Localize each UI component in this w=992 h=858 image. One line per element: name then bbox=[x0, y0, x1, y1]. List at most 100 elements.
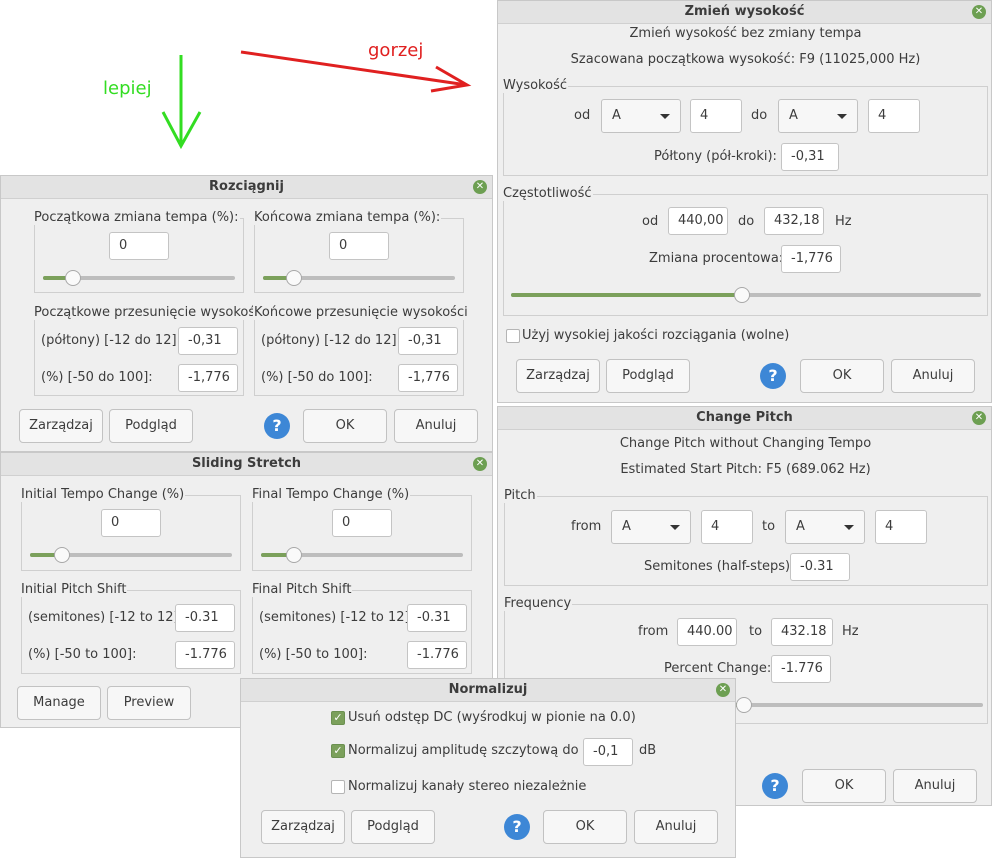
init-semitones-input[interactable]: -0,31 bbox=[178, 327, 238, 355]
semitones-input[interactable]: -0.31 bbox=[790, 553, 850, 581]
final-percent-input[interactable]: -1,776 bbox=[398, 364, 458, 392]
final-semitones-label: (semitones) [-12 to 12]: bbox=[259, 610, 414, 625]
init-tempo-slider-handle[interactable] bbox=[54, 547, 70, 563]
init-tempo-input[interactable]: 0 bbox=[109, 232, 169, 260]
cancel-button[interactable]: Anuluj bbox=[634, 810, 718, 844]
annotation-gorzej: gorzej bbox=[368, 40, 424, 61]
preview-button[interactable]: Podgląd bbox=[351, 810, 435, 844]
help-icon[interactable]: ? bbox=[264, 413, 290, 439]
frequency-legend: Częstotliwość bbox=[502, 186, 593, 201]
cancel-button[interactable]: Anuluj bbox=[394, 409, 478, 443]
percent-slider-handle[interactable] bbox=[734, 287, 750, 303]
help-icon[interactable]: ? bbox=[760, 363, 786, 389]
hq-stretch-label: Użyj wysokiej jakości rozciągania (wolne… bbox=[522, 328, 790, 343]
manage-button[interactable]: Zarządzaj bbox=[19, 409, 103, 443]
red-arrow-head bbox=[430, 65, 472, 93]
to-label: do bbox=[751, 108, 768, 123]
db-label: dB bbox=[639, 743, 657, 758]
to-note-select[interactable]: A bbox=[785, 510, 865, 544]
freq-from-input[interactable]: 440.00 bbox=[677, 618, 737, 646]
close-icon[interactable]: ✕ bbox=[473, 457, 487, 471]
dialog-title: Rozciągnij bbox=[209, 179, 284, 194]
percent-change-label: Percent Change: bbox=[664, 661, 772, 676]
freq-to-input[interactable]: 432,18 bbox=[764, 207, 824, 235]
from-label: od bbox=[574, 108, 591, 123]
ok-button[interactable]: OK bbox=[802, 769, 886, 803]
init-semitones-input[interactable]: -0.31 bbox=[175, 604, 235, 632]
help-icon[interactable]: ? bbox=[504, 814, 530, 840]
freq-from-label: from bbox=[638, 624, 669, 639]
manage-button[interactable]: Zarządzaj bbox=[516, 359, 600, 393]
init-percent-input[interactable]: -1,776 bbox=[178, 364, 238, 392]
from-label: from bbox=[571, 519, 602, 534]
init-tempo-legend: Initial Tempo Change (%) bbox=[20, 487, 186, 502]
annotation-arrows bbox=[161, 50, 472, 150]
from-note-value: A bbox=[622, 519, 631, 534]
zmien-wysokosc-dialog: Zmień wysokość ✕ Zmień wysokość bez zmia… bbox=[497, 0, 992, 403]
final-semitones-input[interactable]: -0,31 bbox=[398, 327, 458, 355]
dialog-titlebar: Zmień wysokość ✕ bbox=[498, 1, 991, 24]
to-octave-input[interactable]: 4 bbox=[875, 510, 927, 544]
final-percent-input[interactable]: -1.776 bbox=[407, 641, 467, 669]
init-tempo-legend: Początkowa zmiana tempa (%): bbox=[33, 210, 240, 225]
ok-button[interactable]: OK bbox=[543, 810, 627, 844]
percent-slider-handle[interactable] bbox=[736, 697, 752, 713]
to-octave-input[interactable]: 4 bbox=[868, 99, 920, 133]
estimated-pitch: Szacowana początkowa wysokość: F9 (11025… bbox=[570, 52, 921, 67]
final-tempo-slider-handle[interactable] bbox=[286, 547, 302, 563]
close-icon[interactable]: ✕ bbox=[473, 180, 487, 194]
stereo-independent-checkbox[interactable] bbox=[331, 780, 345, 794]
cancel-button[interactable]: Anuluj bbox=[891, 359, 975, 393]
manage-button[interactable]: Zarządzaj bbox=[261, 810, 345, 844]
remove-dc-checkbox[interactable]: ✓ bbox=[331, 711, 345, 725]
help-icon[interactable]: ? bbox=[762, 773, 788, 799]
to-note-select[interactable]: A bbox=[778, 99, 858, 133]
final-pitch-legend: Final Pitch Shift bbox=[251, 582, 353, 597]
ok-button[interactable]: OK bbox=[800, 359, 884, 393]
from-octave-input[interactable]: 4 bbox=[701, 510, 753, 544]
final-tempo-input[interactable]: 0 bbox=[329, 232, 389, 260]
freq-to-input[interactable]: 432.18 bbox=[771, 618, 833, 646]
init-percent-input[interactable]: -1.776 bbox=[175, 641, 235, 669]
ok-button[interactable]: OK bbox=[303, 409, 387, 443]
hz-label: Hz bbox=[835, 214, 852, 229]
to-label: to bbox=[762, 519, 776, 534]
peak-level-input[interactable]: -0,1 bbox=[583, 738, 633, 766]
final-semitones-input[interactable]: -0.31 bbox=[407, 604, 467, 632]
preview-button[interactable]: Podgląd bbox=[606, 359, 690, 393]
pitch-legend: Wysokość bbox=[502, 78, 568, 93]
close-icon[interactable]: ✕ bbox=[972, 411, 986, 425]
init-percent-label: (%) [-50 do 100]: bbox=[41, 370, 153, 385]
percent-change-input[interactable]: -1,776 bbox=[781, 245, 841, 273]
freq-from-input[interactable]: 440,00 bbox=[668, 207, 728, 235]
dialog-title: Change Pitch bbox=[696, 410, 793, 425]
cancel-button[interactable]: Anuluj bbox=[893, 769, 977, 803]
final-tempo-slider-handle[interactable] bbox=[286, 270, 302, 286]
close-icon[interactable]: ✕ bbox=[972, 5, 986, 19]
from-octave-input[interactable]: 4 bbox=[690, 99, 742, 133]
percent-change-input[interactable]: -1.776 bbox=[771, 655, 831, 683]
init-semitones-label: (semitones) [-12 to 12]: bbox=[28, 610, 183, 625]
semitones-input[interactable]: -0,31 bbox=[781, 143, 839, 171]
normalize-peak-checkbox[interactable]: ✓ bbox=[331, 744, 345, 758]
init-tempo-slider-handle[interactable] bbox=[65, 270, 81, 286]
final-tempo-input[interactable]: 0 bbox=[332, 509, 392, 537]
dialog-titlebar: Rozciągnij ✕ bbox=[1, 176, 492, 199]
final-percent-label: (%) [-50 do 100]: bbox=[261, 370, 373, 385]
init-tempo-input[interactable]: 0 bbox=[101, 509, 161, 537]
from-note-select[interactable]: A bbox=[601, 99, 681, 133]
init-pitch-legend: Początkowe przesunięcie wysokości bbox=[33, 305, 267, 320]
manage-button[interactable]: Manage bbox=[17, 686, 101, 720]
chevron-down-icon bbox=[837, 114, 847, 119]
dialog-title: Sliding Stretch bbox=[191, 456, 302, 471]
preview-button[interactable]: Podgląd bbox=[109, 409, 193, 443]
remove-dc-label: Usuń odstęp DC (wyśrodkuj w pionie na 0.… bbox=[348, 710, 636, 725]
dialog-title: Zmień wysokość bbox=[684, 4, 805, 19]
close-icon[interactable]: ✕ bbox=[716, 683, 730, 697]
from-note-select[interactable]: A bbox=[611, 510, 691, 544]
hz-label: Hz bbox=[842, 624, 859, 639]
init-pitch-legend: Initial Pitch Shift bbox=[20, 582, 128, 597]
hq-stretch-checkbox[interactable] bbox=[506, 329, 520, 343]
preview-button[interactable]: Preview bbox=[107, 686, 191, 720]
stereo-independent-label: Normalizuj kanały stereo niezależnie bbox=[348, 779, 587, 794]
